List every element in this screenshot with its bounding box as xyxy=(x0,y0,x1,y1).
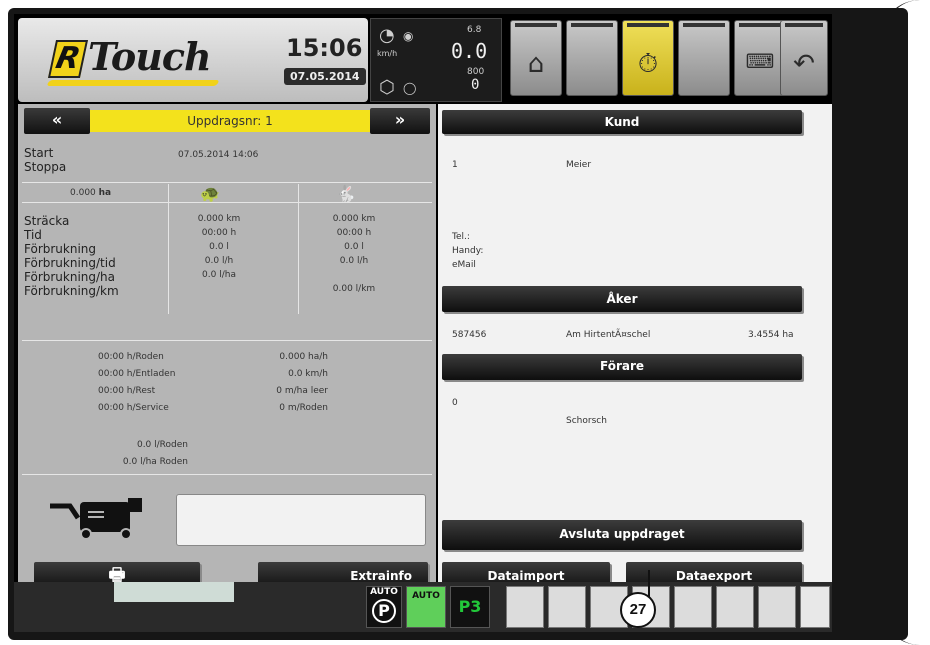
divider-4 xyxy=(22,474,432,475)
gps-antenna-icon[interactable] xyxy=(800,586,830,628)
row-slow-value: 0.000 km xyxy=(197,214,241,224)
status-slot-2 xyxy=(548,586,586,628)
customer-panel: Kund 1 Meier Tel.: Handy: eMail Åker 587… xyxy=(438,104,832,590)
status-dot-icon: ◉ xyxy=(403,29,414,43)
driver-name: Schorsch xyxy=(566,416,607,426)
stat-rate: 0 m/Roden xyxy=(279,403,328,413)
speedometer-icon: ◔ xyxy=(379,25,395,46)
stat-rate: 0 m/ha leer xyxy=(276,386,328,396)
start-value: 07.05.2014 14:06 xyxy=(178,150,259,160)
field-name: Am HirtentÃ¤schel xyxy=(566,330,651,340)
stat-rate: 0.0 km/h xyxy=(288,369,328,379)
area-value: 0.000 ha xyxy=(70,188,112,198)
stat-fuel: 0.0 l/ha Roden xyxy=(122,457,188,467)
order-timer-button[interactable]: ⏱ xyxy=(622,20,674,96)
row-slow-value: 0.0 l/h xyxy=(204,256,234,266)
note-field[interactable] xyxy=(176,494,426,546)
row-label: Förbrukning/ha xyxy=(24,270,116,284)
back-arrow-icon: ↶ xyxy=(793,49,815,79)
home-button[interactable]: ⌂ xyxy=(510,20,562,96)
speed-gauge: ◔ ◉ km/h 6.8 0.0 800 0 ⬡ ◯ xyxy=(370,18,502,102)
program-p3-button[interactable]: P3 xyxy=(450,586,490,628)
customer-number: 1 xyxy=(452,160,458,170)
tel-label: Tel.: xyxy=(452,232,470,242)
field-number: 587456 xyxy=(452,330,487,340)
row-label: Tid xyxy=(24,228,42,242)
finish-order-button[interactable]: Avsluta uppdraget xyxy=(442,520,802,550)
keyboard-icon: ⌨ xyxy=(745,49,775,73)
stopwatch-icon: ⏱ xyxy=(637,49,659,79)
auto-park-button[interactable]: AUTO P xyxy=(366,586,402,628)
fast-mode-icon: 🐇 xyxy=(336,184,356,203)
previous-order-button[interactable]: « xyxy=(24,108,90,134)
stat-rate: 0.000 ha/h xyxy=(279,352,328,362)
slow-mode-icon: 🐢 xyxy=(200,184,220,203)
stat-time: 00:00 h/Entladen xyxy=(98,369,176,379)
driver-header[interactable]: Förare xyxy=(442,354,802,380)
row-fast-value: 0.00 l/km xyxy=(332,284,376,294)
home-icon: ⌂ xyxy=(527,49,545,79)
clock-time: 15:06 xyxy=(286,34,363,62)
harvester-status-icon[interactable] xyxy=(506,586,544,628)
top-button-4[interactable] xyxy=(678,20,730,96)
top-button-2[interactable] xyxy=(566,20,618,96)
stat-time: 00:00 h/Service xyxy=(98,403,169,413)
logo-letter: R xyxy=(47,40,89,78)
stat-fuel: 0.0 l/Roden xyxy=(136,440,188,450)
auto-unload-button[interactable]: AUTO xyxy=(406,586,446,628)
engine-icon: ⬡ xyxy=(379,77,395,98)
handy-label: Handy: xyxy=(452,246,484,256)
rpm-bottom-value: 0 xyxy=(471,77,480,93)
status-bar: AUTO P AUTO P3 xyxy=(14,582,832,632)
divider-2 xyxy=(22,202,432,203)
stat-time: 00:00 h/Roden xyxy=(98,352,164,362)
status-slot-6 xyxy=(716,586,754,628)
row-fast-value: 00:00 h xyxy=(336,228,372,238)
status-slot-5 xyxy=(674,586,712,628)
keyboard-button[interactable]: ⌨ xyxy=(734,20,786,96)
next-order-button[interactable]: » xyxy=(370,108,430,134)
status-strip xyxy=(114,582,234,602)
row-label: Förbrukning xyxy=(24,242,97,256)
order-number-title: Uppdragsnr: 1 xyxy=(90,110,370,132)
callout-marker: 27 xyxy=(620,592,656,628)
email-label: eMail xyxy=(452,260,476,270)
row-label: Förbrukning/km xyxy=(24,284,119,298)
logo-text: Touch xyxy=(88,34,212,79)
divider xyxy=(22,182,432,183)
status-dot-icon-2: ◯ xyxy=(403,81,417,95)
row-slow-value: 0.0 l/ha xyxy=(202,270,236,280)
divider-3 xyxy=(22,340,432,341)
back-button[interactable]: ↶ xyxy=(780,20,828,96)
customer-header[interactable]: Kund xyxy=(442,110,802,134)
customer-name: Meier xyxy=(566,160,592,170)
speed-top-value: 6.8 xyxy=(467,25,482,35)
driver-number: 0 xyxy=(452,398,458,408)
row-fast-value: 0.000 km xyxy=(332,214,376,224)
oil-can-icon[interactable] xyxy=(758,586,796,628)
stat-time: 00:00 h/Rest xyxy=(98,386,156,396)
start-label: Start xyxy=(24,146,54,160)
row-fast-value: 0.0 l xyxy=(344,242,364,252)
row-label: Sträcka xyxy=(24,214,70,228)
row-fast-value: 0.0 l/h xyxy=(339,256,369,266)
clock-date: 07.05.2014 xyxy=(284,68,366,85)
row-slow-value: 00:00 h xyxy=(201,228,237,238)
logo-swoosh xyxy=(46,80,220,86)
rpm-value: 800 xyxy=(467,67,485,77)
field-header[interactable]: Åker xyxy=(442,286,802,312)
row-slow-value: 0.0 l xyxy=(209,242,229,252)
stop-label: Stoppa xyxy=(24,160,67,174)
terminal-screen: R Touch 15:06 07.05.2014 ◔ ◉ km/h 6.8 0.… xyxy=(14,14,832,632)
order-data-panel: « Uppdragsnr: 1 » Start 07.05.2014 14:06… xyxy=(18,104,436,590)
field-area: 3.4554 ha xyxy=(748,330,794,340)
row-label: Förbrukning/tid xyxy=(24,256,116,270)
speed-unit: km/h xyxy=(377,49,398,58)
harvester-unload-icon xyxy=(48,496,158,542)
speed-value: 0.0 xyxy=(451,39,488,63)
logo-panel: R Touch 15:06 07.05.2014 xyxy=(18,18,368,102)
